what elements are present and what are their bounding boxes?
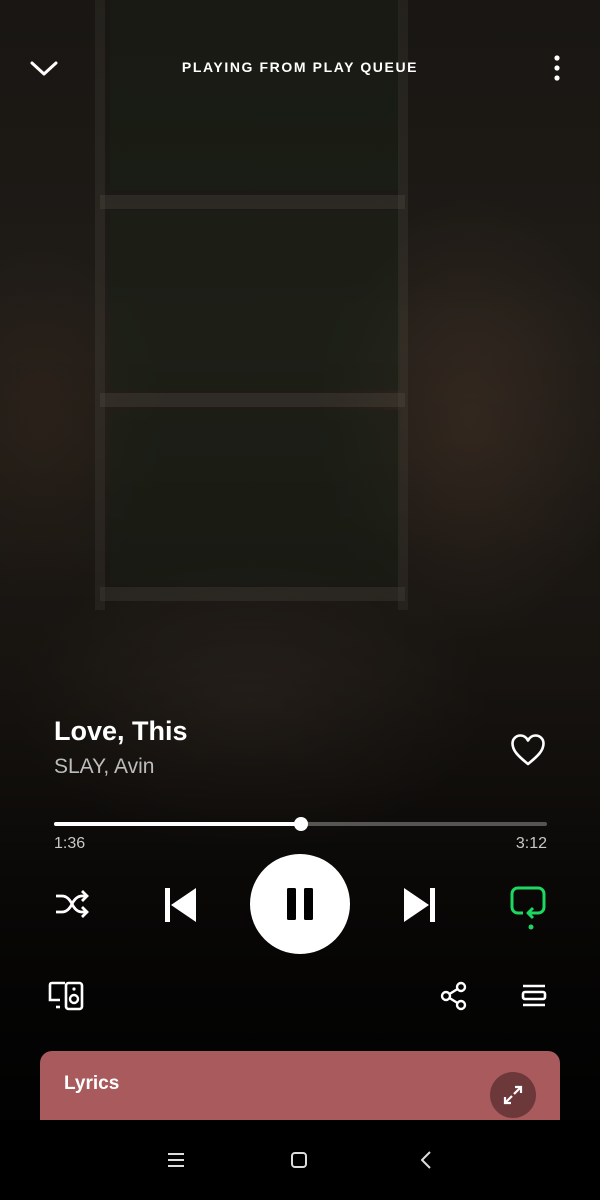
lyrics-label: Lyrics <box>64 1073 120 1094</box>
share-button[interactable] <box>432 976 476 1016</box>
expand-lyrics-button[interactable] <box>490 1072 536 1118</box>
progress-fill <box>54 822 301 826</box>
repeat-one-icon <box>510 886 546 930</box>
heart-icon <box>511 734 545 766</box>
connect-device-icon <box>48 981 84 1011</box>
recent-apps-button[interactable] <box>158 1142 194 1178</box>
back-button[interactable] <box>408 1142 444 1178</box>
total-duration: 3:12 <box>515 835 547 852</box>
home-icon <box>291 1152 307 1168</box>
elapsed-time: 1:36 <box>54 835 86 852</box>
pause-icon <box>287 888 313 920</box>
next-button[interactable] <box>397 882 443 928</box>
shuffle-button[interactable] <box>50 884 94 924</box>
pause-button[interactable] <box>250 854 350 954</box>
skip-next-icon <box>404 888 435 922</box>
back-icon <box>421 1151 431 1169</box>
track-title[interactable]: Love, This <box>54 716 188 747</box>
share-icon <box>440 981 467 1011</box>
more-options-button[interactable] <box>540 48 574 88</box>
skip-previous-icon <box>165 888 196 922</box>
repeat-button[interactable] <box>505 884 551 932</box>
more-vertical-icon <box>554 55 560 81</box>
top-bar: PLAYING FROM PLAY QUEUE <box>0 40 600 96</box>
home-button[interactable] <box>281 1142 317 1178</box>
lyrics-card[interactable]: Lyrics <box>40 1051 560 1120</box>
progress-handle[interactable] <box>293 817 308 831</box>
queue-icon <box>521 984 547 1007</box>
shuffle-icon <box>56 890 89 918</box>
expand-icon <box>503 1085 523 1105</box>
queue-button[interactable] <box>512 976 556 1016</box>
track-artist[interactable]: SLAY, Avin <box>54 755 154 779</box>
menu-icon <box>168 1153 184 1167</box>
previous-button[interactable] <box>157 882 203 928</box>
system-nav-bar <box>0 1120 600 1200</box>
connect-device-button[interactable] <box>44 976 88 1016</box>
progress-bar[interactable] <box>54 817 547 831</box>
playing-from-label: PLAYING FROM PLAY QUEUE <box>181 59 419 75</box>
like-button[interactable] <box>506 728 550 772</box>
